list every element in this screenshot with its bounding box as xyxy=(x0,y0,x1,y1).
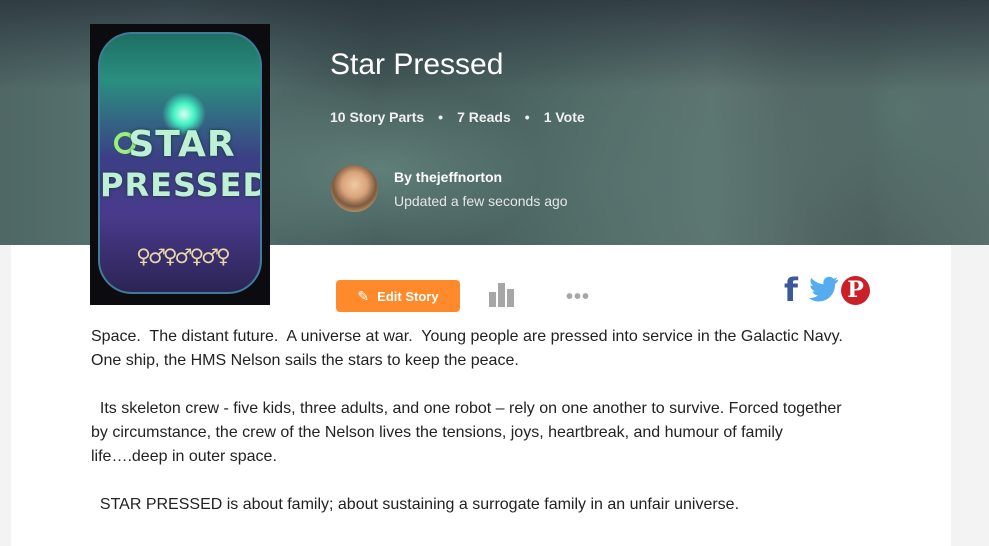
description-paragraph: Space. The distant future. A universe at… xyxy=(91,328,848,369)
edit-story-label: Edit Story xyxy=(377,288,439,304)
story-stats: 10 Story Parts • 7 Reads • 1 Vote xyxy=(330,109,585,125)
story-title: Star Pressed xyxy=(330,48,504,81)
description-paragraph: STAR PRESSED is about family; about sust… xyxy=(91,496,740,513)
story-votes-count: 1 Vote xyxy=(543,109,585,125)
pinterest-icon[interactable]: P xyxy=(841,276,870,305)
facebook-icon[interactable]: f xyxy=(784,274,806,306)
author-avatar[interactable] xyxy=(331,165,378,212)
story-parts-count: 10 Story Parts xyxy=(330,109,425,125)
twitter-icon[interactable] xyxy=(809,276,839,302)
cover-figures: ♀♂♀♂♀♂♀ xyxy=(136,244,230,268)
story-updated-time: Updated a few seconds ago xyxy=(394,193,568,209)
edit-story-button[interactable]: ✎ Edit Story xyxy=(336,280,460,312)
story-description: Space. The distant future. A universe at… xyxy=(91,325,861,541)
author-name-link[interactable]: By thejeffnorton xyxy=(394,169,502,185)
more-dots-icon[interactable]: ••• xyxy=(566,287,594,307)
description-paragraph: Its skeleton crew - five kids, three adu… xyxy=(91,400,847,465)
cover-title-line1: STAR xyxy=(128,124,236,165)
story-cover-image[interactable]: STAR PRESSED ♀♂♀♂♀♂♀ xyxy=(90,24,270,305)
cover-art: STAR PRESSED ♀♂♀♂♀♂♀ xyxy=(98,32,262,294)
story-reads-count: 7 Reads xyxy=(457,109,511,125)
bar-chart-icon[interactable] xyxy=(489,283,515,307)
pencil-icon: ✎ xyxy=(357,288,370,304)
meta-separator: • xyxy=(524,109,530,125)
cover-title-line2: PRESSED xyxy=(100,166,262,204)
meta-separator: • xyxy=(438,109,444,125)
